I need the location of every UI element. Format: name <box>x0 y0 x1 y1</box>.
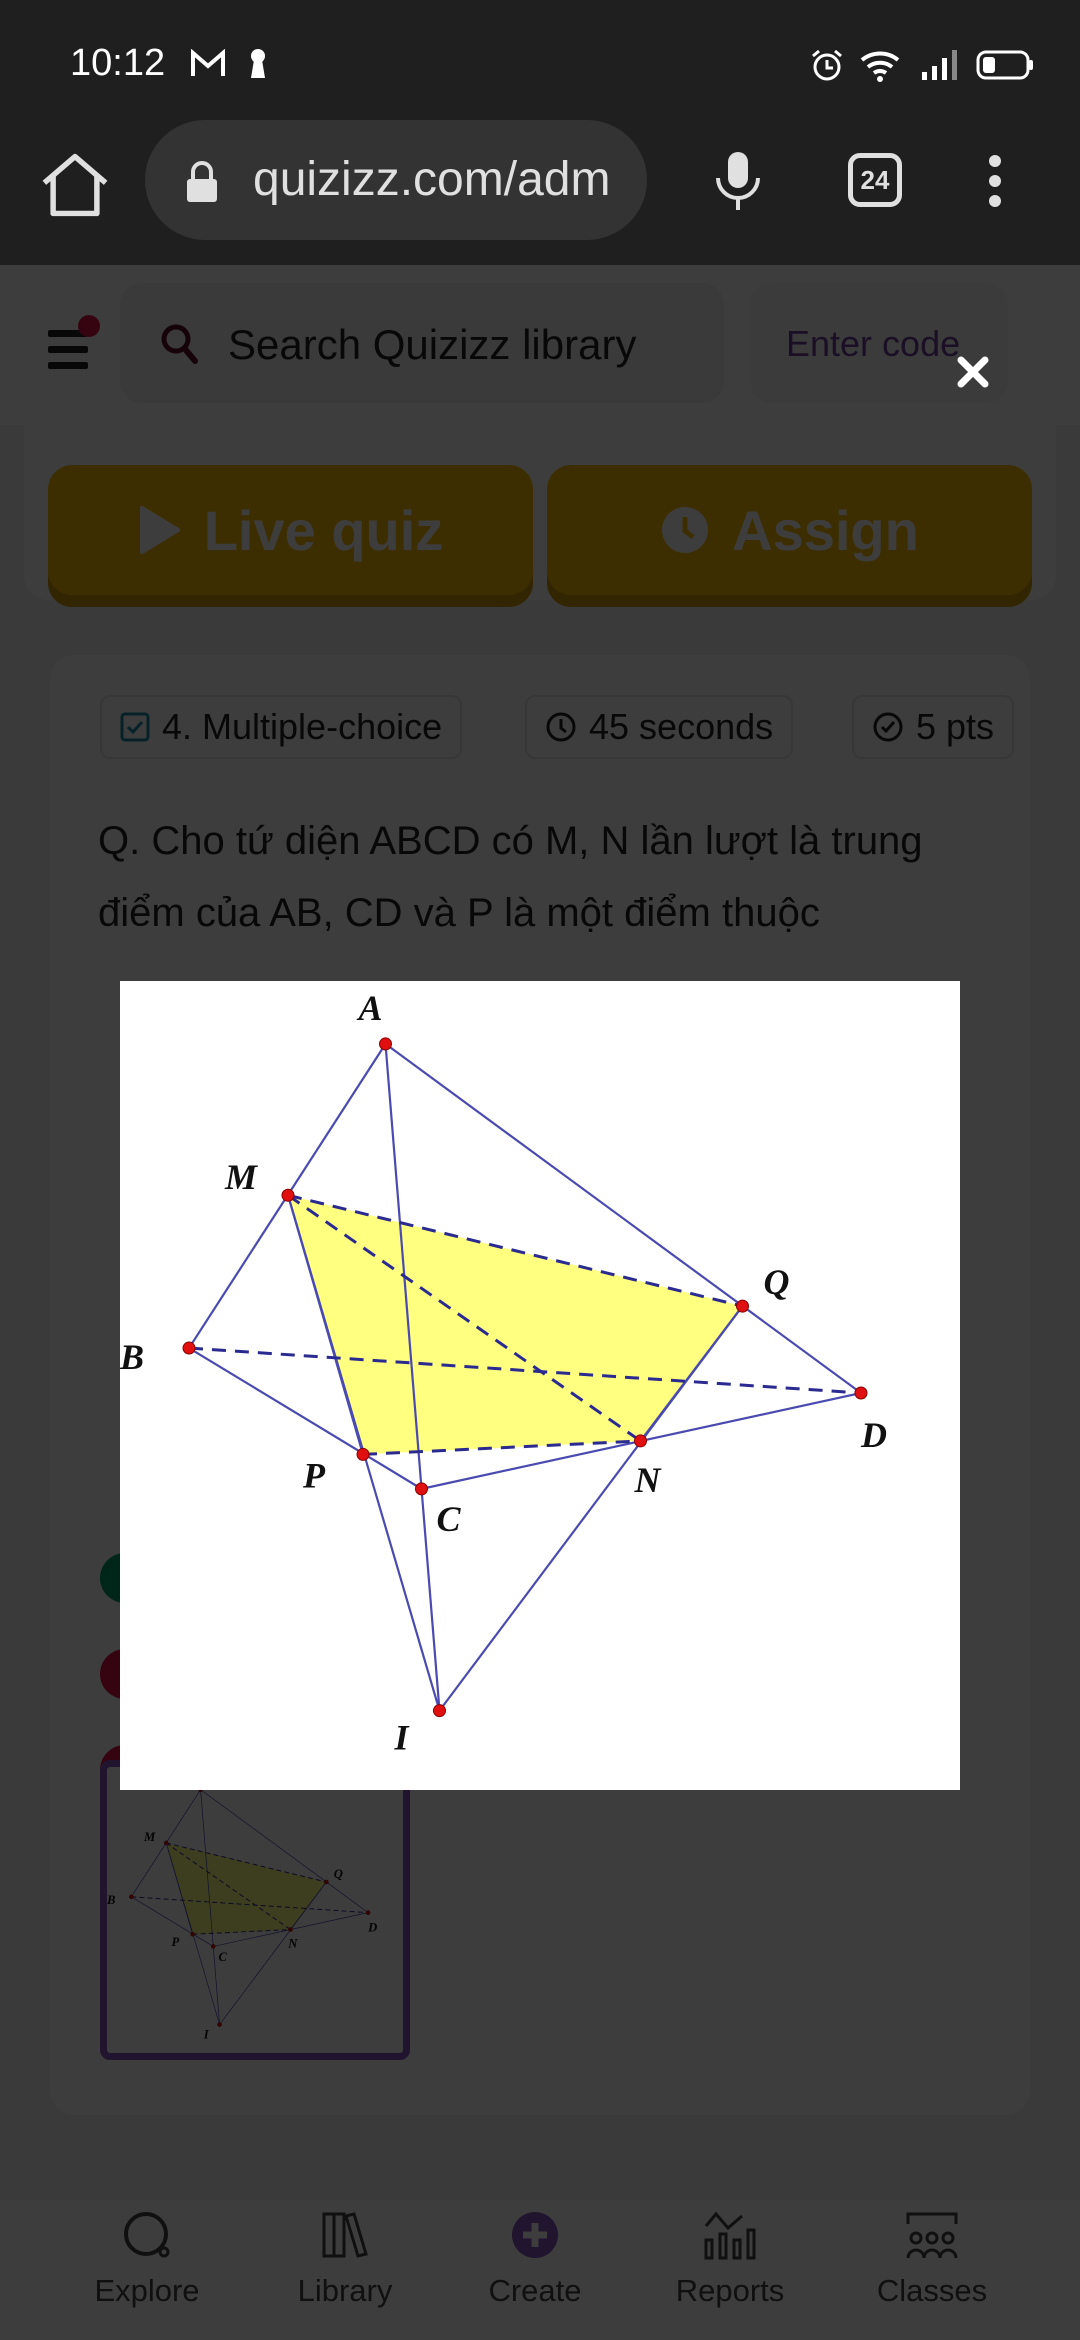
point-d <box>854 1386 868 1400</box>
battery-icon <box>976 50 1033 80</box>
label-c: C <box>437 1499 462 1539</box>
point-i <box>433 1704 446 1718</box>
status-time: 10:12 <box>70 42 166 84</box>
label-a: A <box>357 988 383 1028</box>
close-icon[interactable] <box>953 352 993 392</box>
label-q: Q <box>764 1262 790 1302</box>
tab-switcher-button[interactable]: 24 <box>848 153 902 207</box>
point-p <box>356 1447 370 1461</box>
point-b <box>182 1341 196 1355</box>
url-text[interactable]: quizizz.com/adm <box>253 152 633 207</box>
wifi-icon <box>860 51 900 82</box>
status-bar: 10:12 <box>0 0 1080 130</box>
label-p: P <box>302 1455 326 1495</box>
label-d: D <box>860 1415 887 1455</box>
point-a <box>379 1037 392 1051</box>
home-icon[interactable] <box>40 150 110 220</box>
image-preview-modal: A B C D M N P Q I <box>119 981 960 1790</box>
point-c <box>415 1482 428 1496</box>
point-m <box>281 1188 295 1202</box>
label-i: I <box>394 1718 411 1758</box>
label-m: M <box>224 1157 259 1197</box>
label-n: N <box>634 1460 663 1500</box>
section-mpnq-fill <box>288 1195 743 1455</box>
url-bar[interactable]: quizizz.com/adm <box>145 120 647 240</box>
signal-icon <box>922 50 957 80</box>
alarm-icon <box>812 49 842 81</box>
gmail-icon <box>191 49 225 76</box>
more-menu-icon[interactable] <box>985 155 1005 207</box>
keyhole-icon <box>251 49 265 78</box>
tetrahedron-figure: A B C D M N P Q I <box>119 988 887 1758</box>
lock-icon <box>187 161 217 202</box>
microphone-icon[interactable] <box>712 150 764 212</box>
point-q <box>736 1299 749 1313</box>
label-b: B <box>120 1337 144 1377</box>
point-n <box>634 1434 647 1448</box>
